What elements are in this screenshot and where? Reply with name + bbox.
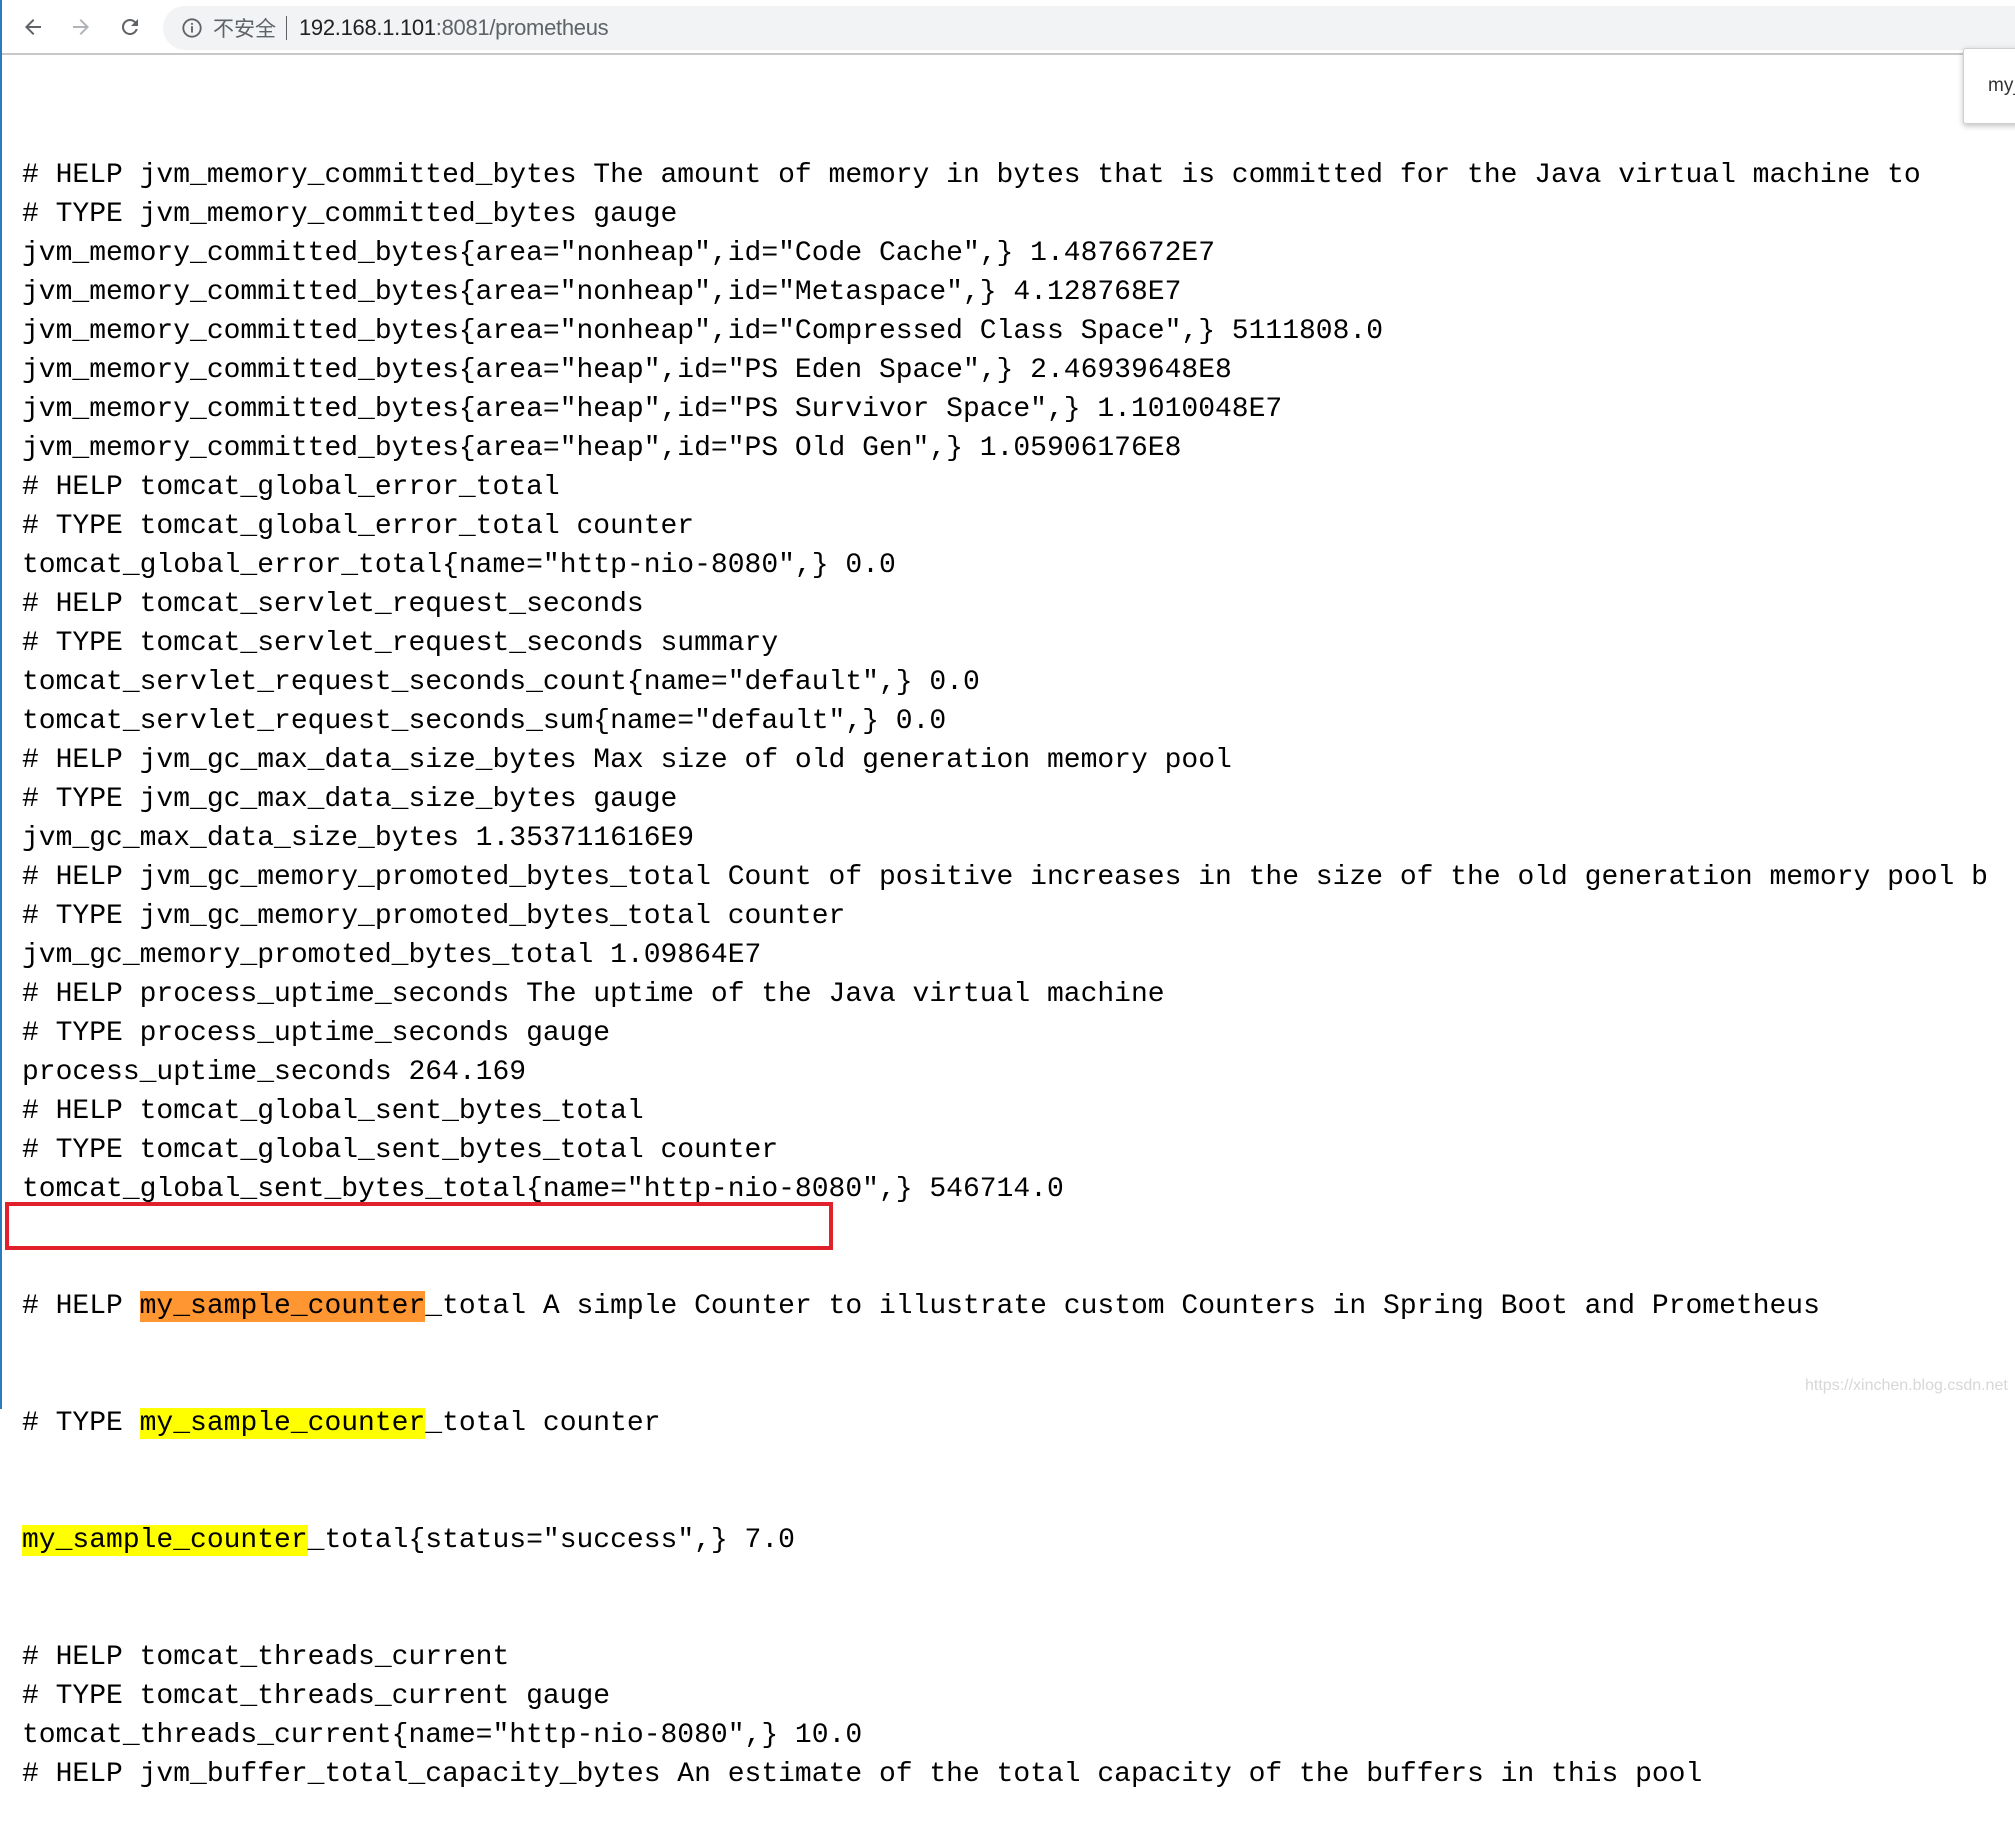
metric-line: tomcat_threads_current{name="http-nio-80… (22, 1720, 863, 1751)
metric-line-value-highlighted: my_sample_counter_total{status="success"… (22, 1525, 795, 1556)
browser-toolbar: 不安全 192.168.1.101:8081/prometheus (0, 0, 2015, 55)
url-path: :8081/prometheus (435, 15, 609, 40)
search-match: my_sample_counter (139, 1408, 426, 1439)
window-edge (0, 0, 2, 1409)
metric-line: # HELP tomcat_global_sent_bytes_total (22, 1096, 644, 1127)
metric-line: jvm_gc_max_data_size_bytes 1.353711616E9 (22, 823, 695, 854)
metric-line: # HELP jvm_memory_committed_bytes The am… (22, 160, 1921, 191)
metric-line: # TYPE process_uptime_seconds gauge (22, 1018, 611, 1049)
url-host: 192.168.1.101 (299, 15, 436, 40)
metric-line: # TYPE jvm_gc_max_data_size_bytes gauge (22, 784, 678, 815)
metric-line: tomcat_global_error_total{name="http-nio… (22, 550, 896, 581)
metric-line: # HELP tomcat_threads_current (22, 1642, 510, 1673)
find-bar-popup[interactable]: my_ (1963, 48, 2015, 124)
metric-line: jvm_memory_committed_bytes{area="nonheap… (22, 238, 1215, 269)
metric-line: # HELP jvm_buffer_total_capacity_bytes A… (22, 1759, 1703, 1790)
separator (286, 16, 287, 40)
metric-line: tomcat_global_sent_bytes_total{name="htt… (22, 1174, 1064, 1205)
back-button[interactable] (16, 10, 50, 44)
metric-line: # HELP tomcat_servlet_request_seconds (22, 589, 644, 620)
metric-line: process_uptime_seconds 264.169 (22, 1057, 527, 1088)
address-bar[interactable]: 不安全 192.168.1.101:8081/prometheus (163, 6, 2015, 50)
metric-line-help-highlighted: # HELP my_sample_counter_total A simple … (22, 1291, 1820, 1322)
metric-line: # HELP process_uptime_seconds The uptime… (22, 979, 1165, 1010)
security-label[interactable]: 不安全 (213, 13, 276, 43)
metric-line: tomcat_servlet_request_seconds_count{nam… (22, 667, 980, 698)
metrics-text: # HELP jvm_memory_committed_bytes The am… (22, 78, 1988, 1833)
metric-line: jvm_memory_committed_bytes{area="heap",i… (22, 433, 1182, 464)
reload-button[interactable] (113, 10, 147, 44)
metric-line: # HELP jvm_gc_memory_promoted_bytes_tota… (22, 862, 1988, 893)
reload-icon (121, 18, 138, 35)
metric-line: # TYPE tomcat_threads_current gauge (22, 1681, 611, 1712)
find-query-text: my_ (1988, 75, 2015, 96)
info-icon[interactable] (181, 17, 203, 39)
metric-line: jvm_gc_memory_promoted_bytes_total 1.098… (22, 940, 762, 971)
search-match: my_sample_counter (22, 1525, 308, 1556)
arrow-left-icon (25, 19, 41, 35)
metric-line: # TYPE tomcat_global_sent_bytes_total co… (22, 1135, 779, 1166)
metric-line: # TYPE tomcat_servlet_request_seconds su… (22, 628, 779, 659)
arrow-right-icon (73, 19, 89, 35)
metric-line: tomcat_servlet_request_seconds_sum{name=… (22, 706, 947, 737)
forward-button[interactable] (64, 10, 98, 44)
metric-line: jvm_memory_committed_bytes{area="nonheap… (22, 316, 1384, 347)
metric-line: # TYPE jvm_gc_memory_promoted_bytes_tota… (22, 901, 846, 932)
metric-line: # TYPE jvm_memory_committed_bytes gauge (22, 199, 678, 230)
metric-line: # HELP jvm_gc_max_data_size_bytes Max si… (22, 745, 1232, 776)
metric-line: jvm_memory_committed_bytes{area="heap",i… (22, 394, 1283, 425)
watermark: https://xinchen.blog.csdn.net (1805, 1377, 2008, 1394)
current-search-match: my_sample_counter (139, 1291, 426, 1322)
metric-line: jvm_memory_committed_bytes{area="nonheap… (22, 277, 1182, 308)
metric-line: # HELP tomcat_global_error_total (22, 472, 560, 503)
metric-line: jvm_memory_committed_bytes{area="heap",i… (22, 355, 1232, 386)
metric-line: # TYPE tomcat_global_error_total counter (22, 511, 695, 542)
url-text[interactable]: 192.168.1.101:8081/prometheus (299, 15, 609, 41)
metric-line-type-highlighted: # TYPE my_sample_counter_total counter (22, 1408, 661, 1439)
